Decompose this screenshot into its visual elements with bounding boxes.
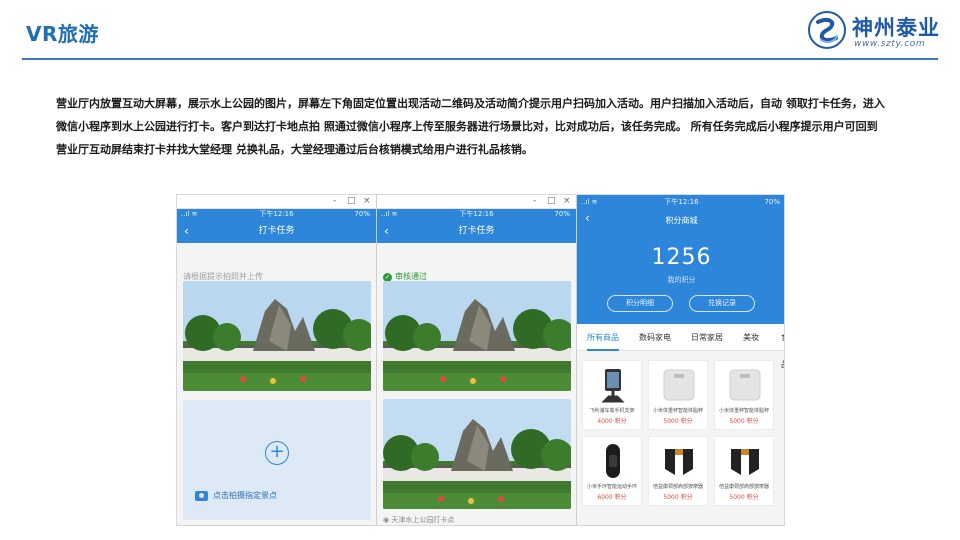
maximize-button[interactable]: □ — [547, 195, 556, 208]
battery-level: 70% — [354, 210, 370, 218]
product-card[interactable]: 小米体重秤智能体脂秤 5000 积分 — [714, 360, 774, 430]
tab-all-products[interactable]: 所有商品 — [587, 324, 619, 351]
product-card[interactable]: 倍益康颈部肩部按摩器 5000 积分 — [648, 436, 708, 506]
logo-name: 神州泰业 — [852, 15, 940, 40]
tab-beauty[interactable]: 美妆 — [743, 324, 759, 351]
car-phone-holder-icon — [601, 369, 625, 403]
status-time: 下午12:16 — [459, 210, 494, 218]
screenshot-strip: - □ × ..ıl ≋ 下午12:16 70% ‹ 打卡任务 请根据提示拍照并… — [176, 194, 785, 526]
nav-bar: ‹ 打卡任务 — [377, 220, 576, 243]
shoot-spot-button[interactable]: 点击拍摄指定景点 — [195, 490, 277, 501]
upload-area[interactable]: + 点击拍摄指定景点 — [183, 400, 371, 520]
camera-icon — [195, 490, 208, 501]
status-time: 下午12:16 — [259, 210, 294, 218]
product-card[interactable]: 小米体重秤智能体脂秤 5000 积分 — [648, 360, 708, 430]
product-name: 飞利浦车载手机支架 — [589, 408, 635, 414]
product-name: 倍益康颈部肩部按摩器 — [718, 484, 769, 490]
massager-icon — [731, 449, 759, 475]
product-price: 5000 积分 — [729, 418, 759, 425]
product-name: 小米体重秤智能体脂秤 — [652, 408, 703, 414]
status-bar: ..ıl ≋ 下午12:16 70% — [577, 195, 784, 209]
product-card[interactable]: 倍益康颈部肩部按摩器 5000 积分 — [714, 436, 774, 506]
tab-home[interactable]: 日常家居 — [691, 324, 723, 351]
points-mall-screen: ..ıl ≋ 下午12:16 70% ‹ 积分商城 1256 我的积分 积分明细… — [577, 195, 784, 525]
reference-photo — [383, 281, 571, 391]
tab-food[interactable]: 食品 — [781, 324, 784, 369]
status-bar: ..ıl ≋ 下午12:16 70% — [377, 209, 576, 220]
checkin-approved-screen: - □ × ..ıl ≋ 下午12:16 70% ‹ 打卡任务 ✓ 审核通过 ◉… — [377, 195, 577, 525]
location-label: ◉ 天津水上公园打卡点 — [383, 516, 455, 524]
band-icon — [606, 444, 620, 478]
shoot-spot-label: 点击拍摄指定景点 — [213, 491, 277, 500]
status-bar: ..ıl ≋ 下午12:16 70% — [177, 209, 376, 220]
product-card[interactable]: 小米手环智能运动手环 6000 积分 — [582, 436, 642, 506]
logo-url: www.szty.com — [854, 39, 926, 49]
window-titlebar: - □ × — [177, 195, 376, 209]
uploaded-photo — [383, 399, 571, 509]
points-header: ‹ 积分商城 1256 我的积分 积分明细 兑换记录 — [577, 209, 784, 312]
product-name: 小米手环智能运动手环 — [586, 484, 637, 490]
slide-title: VR旅游 — [26, 22, 99, 46]
intro-paragraph: 营业厅内放置互动大屏幕，展示水上公园的图片，屏幕左下角固定位置出现活动二维码及活… — [56, 97, 885, 156]
product-price: 5000 积分 — [663, 418, 693, 425]
product-card[interactable]: 飞利浦车载手机支架 4000 积分 — [582, 360, 642, 430]
company-logo: 神州泰业 www.szty.com — [808, 10, 944, 52]
minimize-button[interactable]: - — [533, 195, 536, 208]
reference-photo — [183, 281, 371, 391]
nav-bar: ‹ 打卡任务 — [177, 220, 376, 243]
nav-title: 打卡任务 — [458, 226, 495, 236]
logo-mark-icon — [808, 11, 846, 49]
product-name: 小米体重秤智能体脂秤 — [718, 408, 769, 414]
scale-icon — [663, 369, 695, 401]
nav-title: 打卡任务 — [258, 226, 295, 236]
category-tabs: 所有商品 数码家电 日常家居 美妆 食品 — [577, 324, 784, 369]
close-button[interactable]: × — [363, 195, 371, 208]
exchange-record-button[interactable]: 兑换记录 — [689, 295, 755, 312]
maximize-button[interactable]: □ — [347, 195, 356, 208]
points-detail-button[interactable]: 积分明细 — [607, 295, 673, 312]
scale-icon — [729, 369, 761, 401]
massager-icon — [665, 449, 693, 475]
tab-digital[interactable]: 数码家电 — [639, 324, 671, 351]
product-name: 倍益康颈部肩部按摩器 — [652, 484, 703, 490]
minimize-button[interactable]: - — [333, 195, 336, 208]
status-time: 下午12:16 — [664, 198, 699, 206]
product-price: 4000 积分 — [597, 418, 627, 425]
window-titlebar: - □ × — [377, 195, 576, 209]
checkin-task-screen: - □ × ..ıl ≋ 下午12:16 70% ‹ 打卡任务 请根据提示拍照并… — [177, 195, 377, 525]
points-value: 1256 — [651, 245, 712, 270]
product-price: 5000 积分 — [663, 494, 693, 501]
add-photo-icon[interactable]: + — [265, 441, 289, 465]
product-price: 5000 积分 — [729, 494, 759, 501]
close-button[interactable]: × — [563, 195, 571, 208]
product-price: 6000 积分 — [597, 494, 627, 501]
nav-title: 积分商城 — [665, 216, 698, 225]
battery-level: 70% — [764, 198, 780, 206]
points-label: 我的积分 — [667, 276, 696, 284]
title-divider — [22, 58, 938, 60]
battery-level: 70% — [554, 210, 570, 218]
